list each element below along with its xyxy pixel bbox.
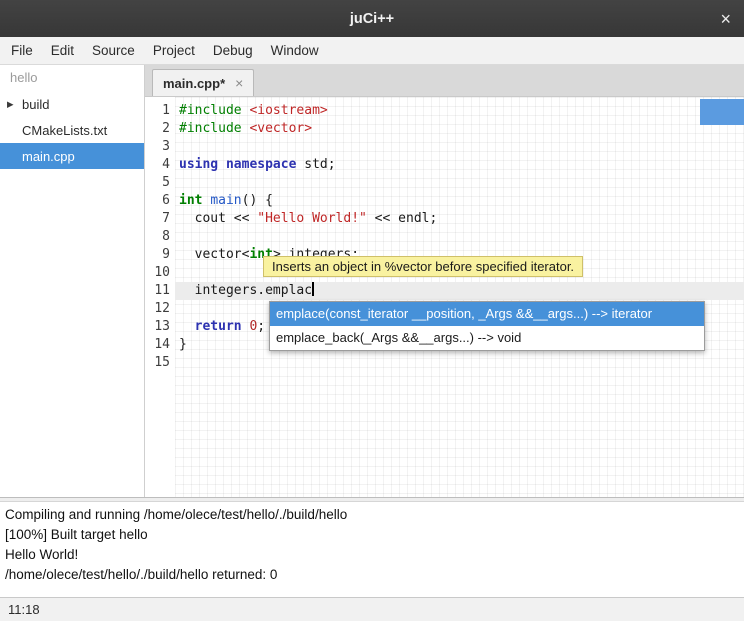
title-bar: juCi++ × bbox=[0, 0, 744, 37]
token-kw: namespace bbox=[226, 157, 296, 172]
main-area: hello ▶build CMakeLists.txt main.cpp main.… bbox=[0, 65, 744, 497]
app-window: juCi++ × FileEditSourceProjectDebugWindo… bbox=[0, 0, 744, 621]
line-number: 3 bbox=[145, 138, 175, 156]
token-plain: ; bbox=[257, 319, 265, 334]
line-number: 4 bbox=[145, 156, 175, 174]
terminal-line: Hello World! bbox=[5, 545, 739, 565]
tab-close-icon[interactable]: × bbox=[235, 75, 243, 91]
menu-item-window[interactable]: Window bbox=[262, 37, 328, 64]
terminal-line: /home/olece/test/hello/./build/hello ret… bbox=[5, 565, 739, 585]
line-number: 8 bbox=[145, 228, 175, 246]
token-plain: () { bbox=[242, 193, 273, 208]
token-plain: integers.emplac bbox=[179, 283, 312, 298]
terminal-line: Compiling and running /home/olece/test/h… bbox=[5, 505, 739, 525]
line-number: 9 bbox=[145, 246, 175, 264]
window-title: juCi++ bbox=[350, 11, 394, 27]
file-tree-item-build[interactable]: ▶build bbox=[0, 91, 144, 117]
code-line-8[interactable] bbox=[175, 228, 744, 246]
token-fn: main bbox=[210, 193, 241, 208]
editor: 123456789101112131415 #include <iostream… bbox=[145, 97, 744, 497]
code-line-6[interactable]: int main() { bbox=[175, 192, 744, 210]
doc-tooltip: Inserts an object in %vector before spec… bbox=[263, 256, 583, 277]
token-kw: using bbox=[179, 157, 218, 172]
line-number: 11 bbox=[145, 282, 175, 300]
token-plain: vector< bbox=[179, 247, 249, 262]
token-pp: #include bbox=[179, 121, 242, 136]
file-tree-item-label: main.cpp bbox=[22, 149, 75, 164]
expander-icon[interactable]: ▶ bbox=[0, 99, 22, 110]
token-str: <iostream> bbox=[249, 103, 327, 118]
file-tree-item-cmakelists-txt[interactable]: CMakeLists.txt bbox=[0, 117, 144, 143]
token-plain bbox=[179, 319, 195, 334]
line-number: 7 bbox=[145, 210, 175, 228]
line-number: 6 bbox=[145, 192, 175, 210]
code-line-15[interactable] bbox=[175, 354, 744, 372]
line-number: 5 bbox=[145, 174, 175, 192]
code-line-3[interactable] bbox=[175, 138, 744, 156]
token-kw: return bbox=[195, 319, 242, 334]
code-line-4[interactable]: using namespace std; bbox=[175, 156, 744, 174]
file-tree-item-label: CMakeLists.txt bbox=[22, 123, 107, 138]
completion-item-0[interactable]: emplace(const_iterator __position, _Args… bbox=[270, 302, 704, 326]
token-plain: cout << bbox=[179, 211, 257, 226]
menu-item-debug[interactable]: Debug bbox=[204, 37, 262, 64]
line-number: 1 bbox=[145, 102, 175, 120]
menu-bar: FileEditSourceProjectDebugWindow bbox=[0, 37, 744, 65]
code-line-11[interactable]: integers.emplac bbox=[175, 282, 744, 300]
completion-item-1[interactable]: emplace_back(_Args &&__args...) --> void bbox=[270, 326, 704, 350]
code-lines[interactable]: #include <iostream>#include <vector>usin… bbox=[175, 97, 744, 497]
line-number: 2 bbox=[145, 120, 175, 138]
line-number: 14 bbox=[145, 336, 175, 354]
token-plain bbox=[218, 157, 226, 172]
token-plain: } bbox=[179, 337, 187, 352]
terminal-output[interactable]: Compiling and running /home/olece/test/h… bbox=[0, 502, 744, 597]
menu-item-file[interactable]: File bbox=[2, 37, 42, 64]
tab-label: main.cpp* bbox=[163, 76, 225, 91]
completion-popup: emplace(const_iterator __position, _Args… bbox=[269, 301, 705, 351]
file-sidebar: hello ▶build CMakeLists.txt main.cpp bbox=[0, 65, 145, 497]
terminal-line: [100%] Built target hello bbox=[5, 525, 739, 545]
line-number: 15 bbox=[145, 354, 175, 372]
line-number: 10 bbox=[145, 264, 175, 282]
menu-item-project[interactable]: Project bbox=[144, 37, 204, 64]
file-tree-item-main-cpp[interactable]: main.cpp bbox=[0, 143, 144, 169]
token-pp: #include bbox=[179, 103, 242, 118]
token-type: int bbox=[179, 193, 202, 208]
code-line-5[interactable] bbox=[175, 174, 744, 192]
close-icon[interactable]: × bbox=[720, 10, 731, 28]
token-plain: << endl; bbox=[367, 211, 437, 226]
status-bar: 11:18 bbox=[0, 597, 744, 621]
scrollbar-thumb[interactable] bbox=[700, 99, 744, 125]
text-cursor bbox=[312, 282, 314, 296]
cursor-position: 11:18 bbox=[8, 602, 40, 617]
token-str: "Hello World!" bbox=[257, 211, 367, 226]
file-tree: ▶build CMakeLists.txt main.cpp bbox=[0, 91, 144, 169]
code-line-2[interactable]: #include <vector> bbox=[175, 120, 744, 138]
project-name: hello bbox=[0, 65, 144, 91]
tab-bar: main.cpp* × bbox=[145, 65, 744, 97]
token-str: <vector> bbox=[249, 121, 312, 136]
line-number-gutter: 123456789101112131415 bbox=[145, 97, 175, 497]
menu-item-edit[interactable]: Edit bbox=[42, 37, 83, 64]
file-tree-item-label: build bbox=[22, 97, 49, 112]
code-line-7[interactable]: cout << "Hello World!" << endl; bbox=[175, 210, 744, 228]
code-line-1[interactable]: #include <iostream> bbox=[175, 102, 744, 120]
doc-tooltip-text: Inserts an object in %vector before spec… bbox=[272, 259, 574, 274]
token-plain: std; bbox=[296, 157, 335, 172]
tab-main-cpp[interactable]: main.cpp* × bbox=[152, 69, 254, 96]
editor-column: main.cpp* × 123456789101112131415 #inclu… bbox=[145, 65, 744, 497]
menu-item-source[interactable]: Source bbox=[83, 37, 144, 64]
line-number: 12 bbox=[145, 300, 175, 318]
line-number: 13 bbox=[145, 318, 175, 336]
